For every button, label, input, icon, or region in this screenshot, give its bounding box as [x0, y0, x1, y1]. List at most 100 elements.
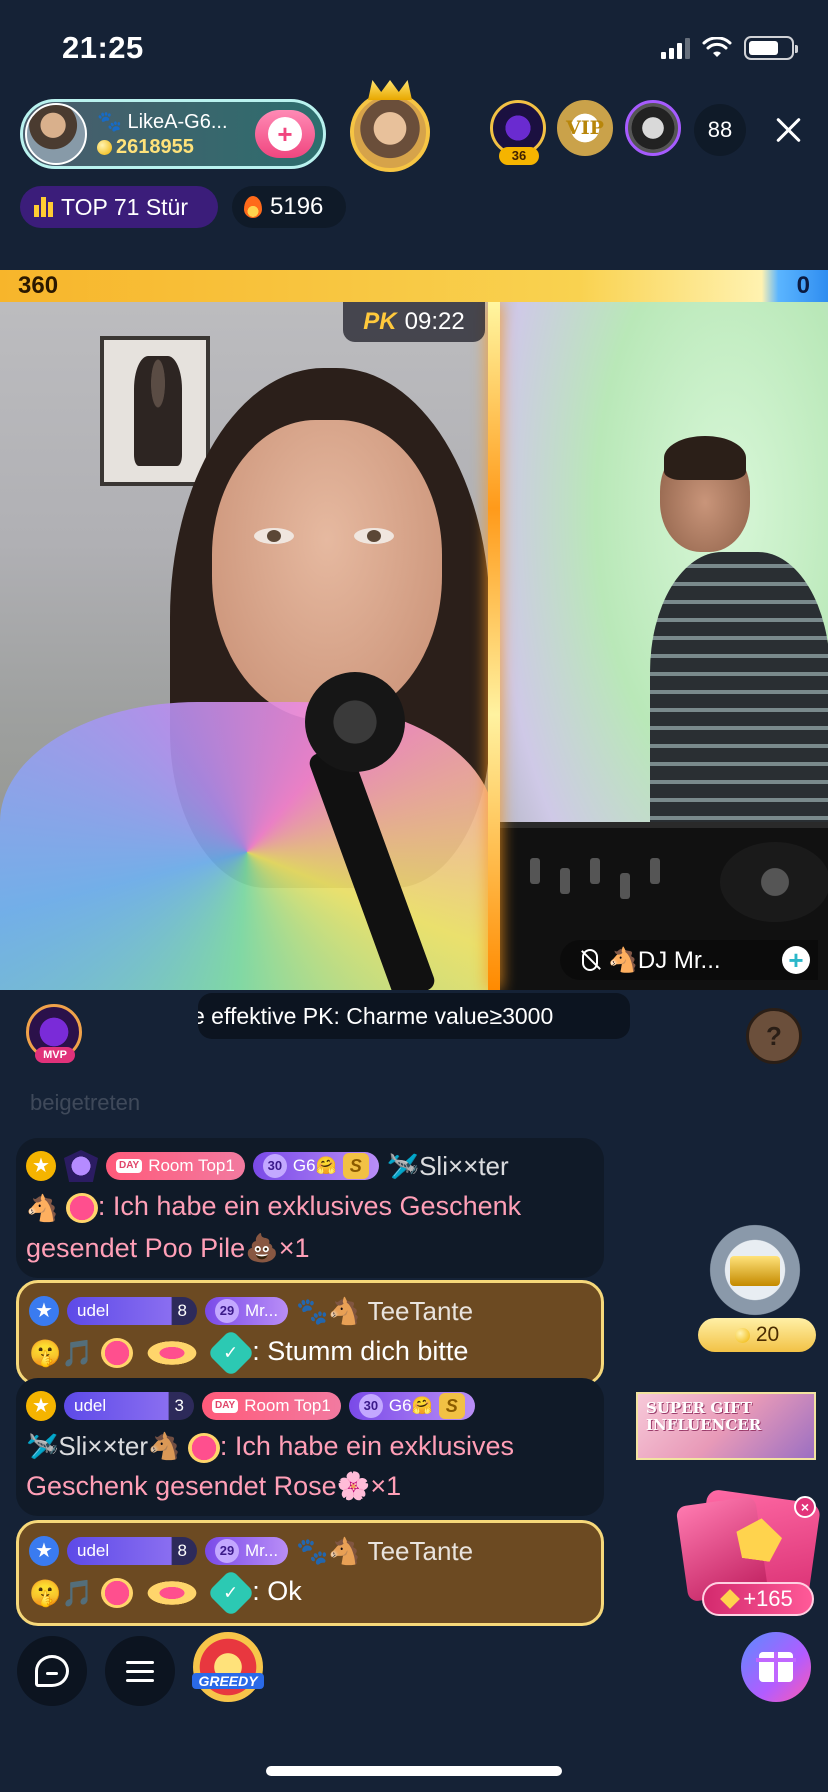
pk-left-score: 360	[18, 272, 59, 299]
heart-badge-icon	[187, 1432, 220, 1463]
level-number: 29	[215, 1539, 239, 1563]
pk-divider	[488, 302, 500, 990]
star-icon: ★	[29, 1296, 59, 1326]
pk-timer: PK 09:22	[343, 302, 485, 342]
follow-button[interactable]: +	[255, 110, 315, 158]
chat-text: : Ok	[252, 1576, 302, 1606]
winged-heart-icon	[140, 1337, 203, 1368]
microphone	[305, 672, 405, 772]
chat-message[interactable]: ★ DAY Room Top1 30 G6🤗 S 🛩️Sli××ter 🐴 : …	[16, 1138, 604, 1278]
level-name: Mr...	[245, 1301, 279, 1320]
coin-icon	[97, 140, 112, 155]
verified-icon: ✓	[207, 1328, 256, 1377]
wifi-icon	[702, 37, 732, 57]
room-top-label: Room Top1	[148, 1156, 235, 1175]
top-rank-label: TOP 71 Stür	[61, 193, 188, 220]
gift-button[interactable]	[741, 1632, 811, 1702]
lucky-card-value[interactable]: +165	[702, 1582, 814, 1616]
medal-value-text: 20	[755, 1323, 780, 1346]
top-rank-badge[interactable]: TOP 71 Stür	[20, 186, 218, 228]
fan-club-name: udel	[77, 1541, 110, 1560]
flame-icon	[244, 196, 262, 218]
room-top-badge: DAY Room Top1	[202, 1392, 341, 1420]
mvp-badge[interactable]: MVP	[26, 1004, 82, 1063]
heat-value: 5196	[270, 193, 324, 220]
host-name: 🐾 LikeA-G6...	[97, 111, 228, 133]
chat-username[interactable]: 🛩️Sli××ter🐴	[26, 1431, 180, 1461]
mystery-user-avatar[interactable]	[746, 1008, 802, 1064]
chat-message[interactable]: ★ udel 8 29 Mr... 🐾🐴 TeeTante 🤫🎵 ✓: Stum…	[16, 1280, 604, 1386]
pk-right-score: 0	[796, 272, 810, 299]
chat-button[interactable]	[17, 1636, 87, 1706]
status-time: 21:25	[62, 30, 144, 65]
menu-button[interactable]	[105, 1636, 175, 1706]
room-top-badge: DAY Room Top1	[106, 1152, 245, 1180]
gold-bar-medal-icon[interactable]	[700, 1220, 810, 1320]
chat-message[interactable]: ★ udel 8 29 Mr... 🐾🐴 TeeTante 🤫🎵 ✓: Ok	[16, 1520, 604, 1626]
pk-rule-ticker: e effektive PK: Charme value≥3000	[198, 993, 630, 1039]
level-number: 29	[215, 1299, 239, 1323]
lucky-card-value-text: +165	[743, 1586, 793, 1611]
opponent-tag[interactable]: 🐴DJ Mr... +	[560, 940, 818, 980]
greedy-game-button[interactable]: GREEDY	[192, 1632, 264, 1702]
heat-badge[interactable]: 5196	[232, 186, 346, 228]
pk-countdown: 09:22	[404, 308, 465, 335]
wall-poster	[100, 336, 210, 486]
opponent-name: 🐴DJ Mr...	[608, 946, 721, 974]
horse-icon: 🐴	[26, 1192, 59, 1223]
home-indicator[interactable]	[266, 1766, 562, 1776]
star-icon: ★	[29, 1536, 59, 1566]
pk-video-area[interactable]	[0, 302, 828, 990]
fan-club-level: 8	[177, 1541, 187, 1560]
level-badge: 29 Mr...	[205, 1297, 289, 1325]
ticker-text: e effektive PK: Charme value≥3000	[198, 1003, 554, 1029]
medal-value[interactable]: 20	[698, 1318, 816, 1352]
day-tag: DAY	[212, 1399, 239, 1413]
viewer-avatar[interactable]: 36	[490, 100, 546, 165]
close-icon[interactable]	[770, 112, 806, 148]
gift-icon	[756, 1652, 796, 1682]
viewer-level-badge: 36	[499, 147, 539, 165]
super-gift-influencer-banner[interactable]: SUPER GIFT INFLUENCER	[636, 1392, 816, 1460]
rank-shield-icon	[64, 1150, 98, 1182]
follow-opponent-button[interactable]: +	[782, 946, 810, 974]
heart-badge-icon	[65, 1192, 98, 1223]
host-card[interactable]: 🐾 LikeA-G6... 2618955 +	[20, 99, 326, 169]
chat-text: : Stumm dich bitte	[252, 1336, 469, 1366]
day-tag: DAY	[116, 1159, 143, 1173]
chat-username[interactable]: 🛩️Sli××ter	[387, 1146, 509, 1186]
viewer-avatar-vip[interactable]: VIP	[557, 100, 613, 156]
chat-bubble-icon	[35, 1655, 69, 1687]
heart-plus-icon: +	[268, 117, 302, 151]
chat-username[interactable]: 🐾🐴 TeeTante	[296, 1291, 473, 1331]
chat-message[interactable]: ★ udel 3 DAY Room Top1 30 G6🤗 S 🛩️Sli××t…	[16, 1378, 604, 1516]
heart-badge-icon	[101, 1337, 134, 1368]
winged-heart-icon	[140, 1577, 203, 1608]
fan-club-badge: udel 8	[67, 1537, 197, 1565]
star-icon: ★	[26, 1151, 56, 1181]
host-video	[0, 302, 494, 990]
close-lucky-card-icon[interactable]: ×	[794, 1496, 816, 1518]
pk-score-bar	[0, 270, 828, 302]
fan-club-badge: udel 3	[64, 1392, 194, 1420]
host-avatar[interactable]	[25, 103, 87, 165]
diamond-icon	[720, 1589, 741, 1609]
room-top-label: Room Top1	[244, 1396, 331, 1415]
level-badge: 30 G6🤗 S	[252, 1152, 379, 1180]
fan-club-badge: udel 8	[67, 1297, 197, 1325]
top-fan-avatar[interactable]	[350, 92, 430, 172]
viewer-count[interactable]: 88	[694, 104, 746, 156]
viewer-avatar[interactable]	[625, 100, 681, 156]
level-name: G6🤗	[292, 1156, 337, 1175]
level-name: Mr...	[245, 1541, 279, 1560]
vip-badge: VIP	[566, 117, 604, 139]
chat-username[interactable]: 🐾🐴 TeeTante	[296, 1531, 473, 1571]
star-icon: ★	[26, 1391, 56, 1421]
ranking-bars-icon	[34, 197, 53, 217]
level-badge: 30 G6🤗 S	[348, 1392, 475, 1420]
cellular-signal-icon	[661, 37, 690, 59]
battery-icon	[744, 36, 798, 60]
pk-label: PK	[363, 308, 397, 335]
greedy-label: GREEDY	[192, 1673, 264, 1689]
mic-muted-icon	[582, 949, 598, 971]
